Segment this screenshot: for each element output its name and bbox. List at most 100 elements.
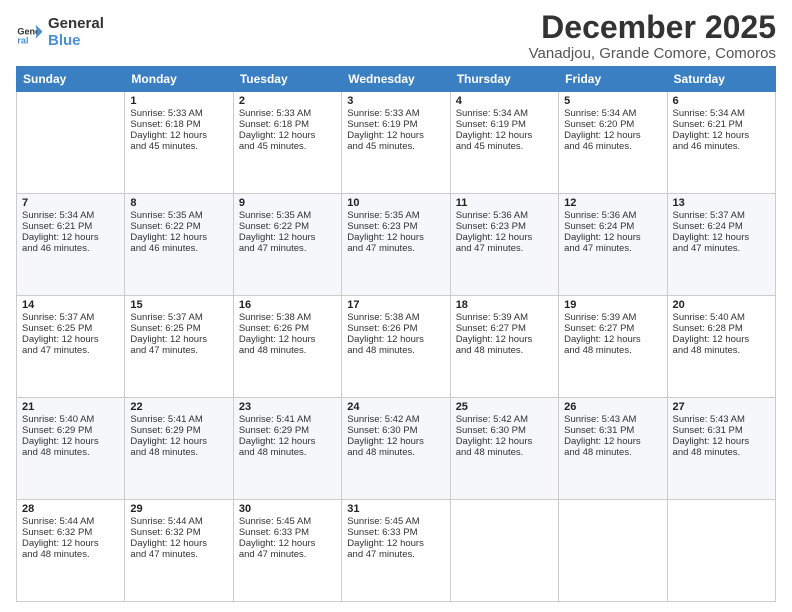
cell-line: Sunrise: 5:37 AM [130,312,227,323]
day-number: 4 [456,95,553,107]
cell-line: and 45 minutes. [347,141,444,152]
cell-line: Sunrise: 5:36 AM [456,210,553,221]
cell-line: Sunset: 6:22 PM [239,221,336,232]
cell-line: and 48 minutes. [673,345,770,356]
day-number: 10 [347,197,444,209]
calendar-day-header: Tuesday [233,67,341,92]
cell-line: Daylight: 12 hours [130,436,227,447]
cell-line: Sunset: 6:26 PM [239,323,336,334]
cell-line: Daylight: 12 hours [347,334,444,345]
cell-line: Daylight: 12 hours [564,232,661,243]
day-number: 7 [22,197,119,209]
calendar-cell: 22Sunrise: 5:41 AMSunset: 6:29 PMDayligh… [125,398,233,500]
svg-text:ral: ral [17,35,28,45]
logo-general-text: General [48,16,104,33]
day-number: 24 [347,401,444,413]
cell-line: Daylight: 12 hours [347,232,444,243]
cell-line: Sunset: 6:24 PM [673,221,770,232]
cell-line: and 47 minutes. [130,549,227,560]
cell-line: and 46 minutes. [130,243,227,254]
cell-line: Sunset: 6:31 PM [564,425,661,436]
cell-line: and 45 minutes. [130,141,227,152]
day-number: 11 [456,197,553,209]
cell-line: Daylight: 12 hours [673,130,770,141]
cell-line: Sunset: 6:32 PM [130,527,227,538]
day-number: 29 [130,503,227,515]
day-number: 15 [130,299,227,311]
cell-line: Sunrise: 5:33 AM [239,108,336,119]
cell-line: Daylight: 12 hours [130,232,227,243]
day-number: 1 [130,95,227,107]
day-number: 19 [564,299,661,311]
day-number: 18 [456,299,553,311]
cell-line: and 45 minutes. [239,141,336,152]
cell-line: Sunset: 6:20 PM [564,119,661,130]
cell-line: Sunrise: 5:42 AM [347,414,444,425]
calendar-day-header: Wednesday [342,67,450,92]
calendar-cell: 19Sunrise: 5:39 AMSunset: 6:27 PMDayligh… [559,296,667,398]
cell-line: and 48 minutes. [673,447,770,458]
logo: Gene ral General Blue [16,16,104,49]
cell-line: Sunrise: 5:34 AM [673,108,770,119]
calendar-cell [559,500,667,602]
cell-line: Daylight: 12 hours [239,232,336,243]
cell-line: Daylight: 12 hours [564,334,661,345]
cell-line: Daylight: 12 hours [456,334,553,345]
cell-line: and 48 minutes. [347,447,444,458]
calendar-cell: 21Sunrise: 5:40 AMSunset: 6:29 PMDayligh… [17,398,125,500]
cell-line: Sunset: 6:21 PM [22,221,119,232]
cell-line: Daylight: 12 hours [456,232,553,243]
cell-line: Sunset: 6:24 PM [564,221,661,232]
cell-line: Daylight: 12 hours [456,130,553,141]
day-number: 26 [564,401,661,413]
day-number: 30 [239,503,336,515]
cell-line: and 48 minutes. [239,447,336,458]
day-number: 31 [347,503,444,515]
cell-line: Sunrise: 5:38 AM [239,312,336,323]
day-number: 3 [347,95,444,107]
cell-line: Sunrise: 5:40 AM [673,312,770,323]
cell-line: Sunset: 6:18 PM [239,119,336,130]
calendar-cell: 18Sunrise: 5:39 AMSunset: 6:27 PMDayligh… [450,296,558,398]
cell-line: Sunrise: 5:42 AM [456,414,553,425]
title-block: December 2025 Vanadjou, Grande Comore, C… [529,10,776,62]
cell-line: Sunset: 6:21 PM [673,119,770,130]
cell-line: Sunrise: 5:35 AM [239,210,336,221]
cell-line: and 48 minutes. [239,345,336,356]
day-number: 20 [673,299,770,311]
calendar-cell: 24Sunrise: 5:42 AMSunset: 6:30 PMDayligh… [342,398,450,500]
cell-line: Sunset: 6:33 PM [239,527,336,538]
cell-line: and 47 minutes. [239,549,336,560]
cell-line: and 48 minutes. [130,447,227,458]
calendar-cell: 27Sunrise: 5:43 AMSunset: 6:31 PMDayligh… [667,398,775,500]
calendar-cell: 17Sunrise: 5:38 AMSunset: 6:26 PMDayligh… [342,296,450,398]
calendar-cell [450,500,558,602]
cell-line: Sunset: 6:19 PM [347,119,444,130]
cell-line: Daylight: 12 hours [239,538,336,549]
header: Gene ral General Blue December 2025 Vana… [16,10,776,62]
cell-line: Daylight: 12 hours [347,130,444,141]
cell-line: and 46 minutes. [673,141,770,152]
cell-line: Sunset: 6:18 PM [130,119,227,130]
cell-line: Sunrise: 5:37 AM [22,312,119,323]
cell-line: Sunset: 6:27 PM [456,323,553,334]
calendar-table: SundayMondayTuesdayWednesdayThursdayFrid… [16,66,776,602]
calendar-cell: 30Sunrise: 5:45 AMSunset: 6:33 PMDayligh… [233,500,341,602]
calendar-cell: 25Sunrise: 5:42 AMSunset: 6:30 PMDayligh… [450,398,558,500]
cell-line: and 48 minutes. [564,345,661,356]
cell-line: and 45 minutes. [456,141,553,152]
cell-line: Sunrise: 5:44 AM [22,516,119,527]
cell-line: Sunset: 6:25 PM [22,323,119,334]
cell-line: Sunset: 6:29 PM [239,425,336,436]
logo-blue-text: Blue [48,33,104,50]
page: Gene ral General Blue December 2025 Vana… [0,0,792,612]
cell-line: Sunrise: 5:35 AM [347,210,444,221]
day-number: 21 [22,401,119,413]
cell-line: Sunset: 6:30 PM [347,425,444,436]
cell-line: and 47 minutes. [347,243,444,254]
calendar-cell: 9Sunrise: 5:35 AMSunset: 6:22 PMDaylight… [233,194,341,296]
calendar-cell: 26Sunrise: 5:43 AMSunset: 6:31 PMDayligh… [559,398,667,500]
calendar-header-row: SundayMondayTuesdayWednesdayThursdayFrid… [17,67,776,92]
cell-line: and 47 minutes. [22,345,119,356]
calendar-cell: 7Sunrise: 5:34 AMSunset: 6:21 PMDaylight… [17,194,125,296]
